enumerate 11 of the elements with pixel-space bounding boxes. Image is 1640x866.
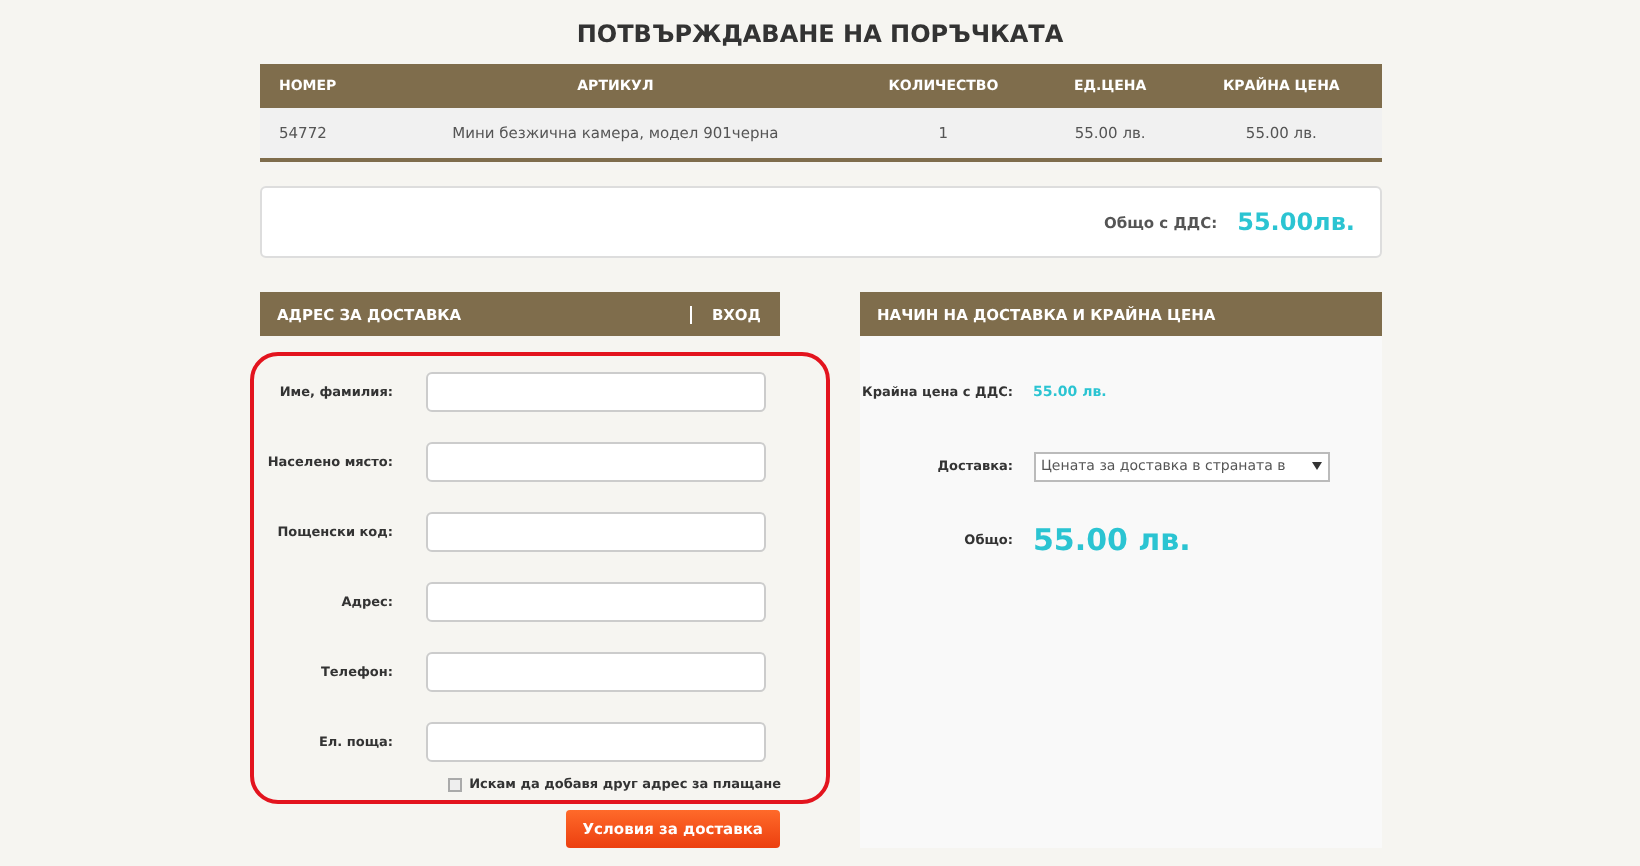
caret-icon — [1311, 462, 1321, 470]
input-field[interactable] — [425, 512, 765, 552]
input-field[interactable] — [425, 582, 765, 622]
total-value: 55.00лв. — [1237, 208, 1355, 236]
page-title: ПОТВЪРЖДАВАНЕ НА ПОРЪЧКАТА — [574, 20, 1066, 48]
input-field[interactable] — [425, 372, 765, 412]
checkbox-icon[interactable] — [447, 777, 462, 791]
input-field[interactable] — [425, 442, 765, 482]
input-field[interactable] — [425, 652, 765, 692]
total-value: 55.00 лв. — [1033, 522, 1191, 558]
input-field[interactable] — [425, 722, 765, 762]
